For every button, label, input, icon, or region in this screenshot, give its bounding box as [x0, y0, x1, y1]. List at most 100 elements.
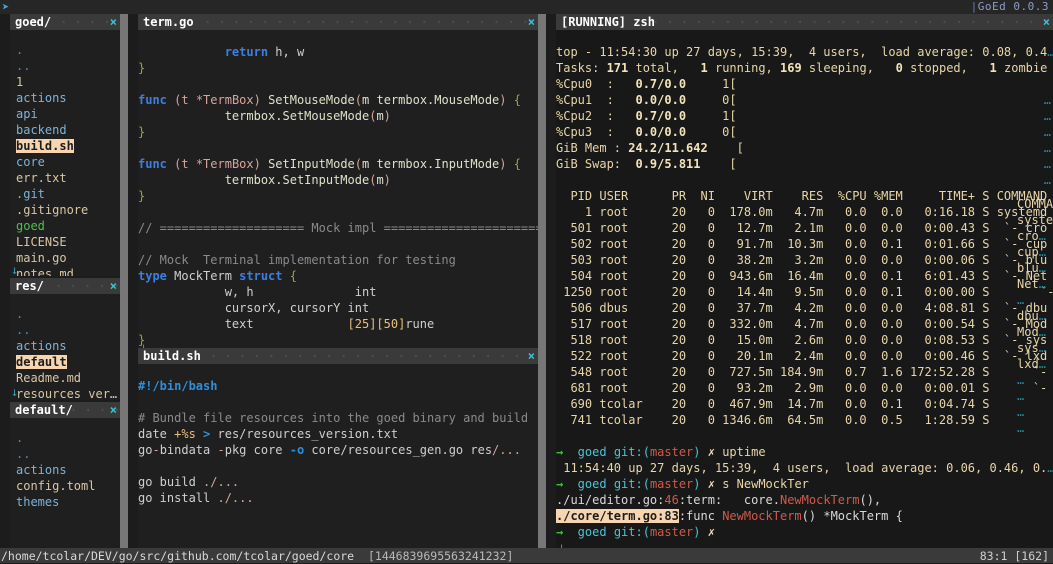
filetree-item[interactable]: ..	[10, 58, 120, 74]
t-b-token: 0.7/0.0	[635, 109, 687, 123]
code-line: → goed git:(master) ✗	[556, 524, 1053, 540]
punct-token: (	[354, 157, 363, 171]
code-line: date +%s > res/resources_version.txt	[138, 426, 538, 442]
ellipsis-icon: …	[1043, 109, 1051, 123]
filetree-item[interactable]: .	[10, 42, 120, 58]
code-line: %Cpu2 : 0.7/0.0 1[	[556, 108, 1053, 124]
plain-token: date	[138, 427, 175, 441]
editor-term-go-body[interactable]: return h, w} func (t *TermBox) SetMouseM…	[138, 30, 538, 348]
close-icon[interactable]: ×	[110, 278, 117, 294]
t-txt-token: uptime	[714, 445, 766, 459]
editor-build-sh-title-bar[interactable]: ✓ build.sh · · · · · · · · · · · · · · ·…	[138, 348, 538, 364]
left-column-scrollbar[interactable]	[120, 14, 128, 548]
t-txt-token: [	[707, 141, 744, 155]
top-summary-block: top - 11:54:30 up 27 days, 15:39, 4 user…	[556, 44, 1053, 172]
filetree-item-label: themes	[16, 495, 60, 509]
filetree-item-label: api	[16, 107, 38, 121]
ellipsis-icon: …	[1043, 173, 1051, 187]
top-table-row: 548 root 20 0 727.5m 184.9m 0.7 1.6 172:…	[556, 365, 1048, 379]
code-line: ./ui/editor.go:46:term: core.NewMockTerm…	[556, 492, 1053, 508]
filetree-default-title-bar[interactable]: ✓ default/ · · · · ×	[10, 402, 120, 418]
code-line: → goed git:(master) ✗ s NewMockTer	[556, 476, 1053, 492]
close-icon[interactable]: ×	[528, 14, 535, 30]
editor-column-scrollbar[interactable]	[538, 14, 546, 548]
editor-build-sh-body[interactable]: #!/bin/bash # Bundle file resources into…	[138, 364, 538, 548]
filetree-goed-scroll-down-icon[interactable]: ↓	[11, 262, 18, 278]
version-separator: |	[970, 0, 978, 13]
plain-token: rune	[405, 317, 435, 331]
filetree-item-label: .	[16, 307, 24, 321]
terminal-scroll-down-icon[interactable]: ↓	[558, 539, 565, 548]
filetree-item[interactable]: actions	[10, 462, 120, 478]
terminal-title-bar[interactable]: ✓ [RUNNING] zsh · · · · · · · · · · · · …	[556, 14, 1053, 30]
filetree-pane-default: ✓ default/ · · · · × ... actions config.to…	[0, 402, 120, 548]
filetree-item[interactable]: .gitignore	[10, 202, 120, 218]
t-b-token: 24.2/11.642	[628, 141, 708, 155]
filetree-item[interactable]: themes	[10, 494, 120, 510]
t-txt-token: GiB Swap:	[556, 157, 636, 171]
filetree-item[interactable]: .	[10, 430, 120, 446]
punct-token: )	[383, 109, 391, 123]
terminal-body[interactable]: top - 11:54:30 up 27 days, 15:39, 4 user…	[556, 30, 1053, 548]
filetree-item[interactable]: notes.md	[10, 266, 120, 276]
code-line: %Cpu0 : 0.7/0.0 1[	[556, 76, 1053, 92]
filetree-item-label: actions	[16, 463, 67, 477]
t-white-token: :func	[678, 509, 723, 523]
filetree-item[interactable]: err.txt	[10, 170, 120, 186]
filetree-goed-title: goed/	[15, 15, 52, 29]
close-icon[interactable]: ×	[110, 14, 117, 30]
t-cyan-token: goed	[563, 477, 614, 491]
t-b-token: 0.0/0.0	[635, 125, 687, 139]
plain-token: res/resources_version.txt	[210, 427, 399, 441]
filetree-item[interactable]: goed	[10, 218, 120, 234]
filetree-item[interactable]: backend	[10, 122, 120, 138]
fn-token: SetInputMode	[268, 157, 355, 171]
num-token: +%s	[174, 427, 196, 441]
filetree-res-title-bar[interactable]: ✓ res/ · · · · · · · ×	[10, 278, 120, 294]
filetree-item[interactable]: .	[10, 306, 120, 322]
editor-pane-build-sh: ✓ build.sh · · · · · · · · · · · · · · ·…	[128, 348, 538, 548]
plain-token: h, w	[268, 45, 305, 59]
filetree-item[interactable]: ..	[10, 322, 120, 338]
filetree-item-label: Readme.md	[16, 371, 82, 385]
filetree-item[interactable]: config.toml	[10, 478, 120, 494]
top-command-cell: …	[1017, 420, 1053, 436]
close-icon[interactable]: ×	[1043, 14, 1050, 30]
t-b-token: 0.0/0.0	[635, 93, 687, 107]
filetree-item[interactable]: 1	[10, 74, 120, 90]
filetree-item[interactable]: main.go	[10, 250, 120, 266]
terminal-title: [RUNNING] zsh	[561, 15, 655, 29]
filetree-item-label: .git	[16, 187, 45, 201]
filetree-item[interactable]: actions	[10, 90, 120, 106]
filetree-item[interactable]: actions	[10, 338, 120, 354]
filetree-item[interactable]: resources_ver…	[10, 386, 120, 400]
close-icon[interactable]: ×	[528, 348, 535, 364]
filetree-goed-title-bar[interactable]: ✓ goed/ · · · · · · ×	[10, 14, 120, 30]
code-line: → goed git:(master) ✗ uptime	[556, 444, 1053, 460]
kw2-token: -o	[289, 443, 305, 457]
filetree-item[interactable]: ..	[10, 446, 120, 462]
filetree-default-title: default/	[15, 403, 73, 417]
t-txt-token: total,	[628, 61, 701, 75]
command-prompt-icon[interactable]: ➤	[2, 0, 9, 15]
editor-term-go-scroll-down-icon[interactable]: ↓	[140, 339, 147, 348]
ellipsis-icon: …	[1043, 125, 1051, 139]
filetree-item[interactable]: LICENSE	[10, 234, 120, 250]
command-name: blu	[1017, 261, 1039, 275]
filetree-res-body: ... actions default Readme.md resources_ver…	[10, 294, 120, 400]
filetree-item-label: actions	[16, 339, 67, 353]
filetree-item[interactable]: core	[10, 154, 120, 170]
top-table-row: 518 root 20 0 15.0m 2.6m 0.0 0.0 0:08.53…	[556, 333, 1048, 347]
filetree-item[interactable]: build.sh	[10, 138, 120, 154]
filetree-item[interactable]: .git	[10, 186, 120, 202]
plain-token: MockTerm	[166, 269, 240, 283]
fn-token: SetMouseMode	[268, 93, 355, 107]
ellipsis-icon: …	[1038, 245, 1046, 259]
close-icon[interactable]: ×	[110, 402, 117, 418]
editor-term-go-title-bar[interactable]: ✓ term.go · · · · · · · · · · · · · · · …	[138, 14, 538, 30]
filetree-item[interactable]: Readme.md	[10, 370, 120, 386]
filetree-res-scroll-down-icon[interactable]: ↓	[11, 384, 18, 400]
top-command-cell: sys…	[1017, 340, 1053, 356]
filetree-item[interactable]: default	[10, 354, 120, 370]
filetree-item[interactable]: api	[10, 106, 120, 122]
